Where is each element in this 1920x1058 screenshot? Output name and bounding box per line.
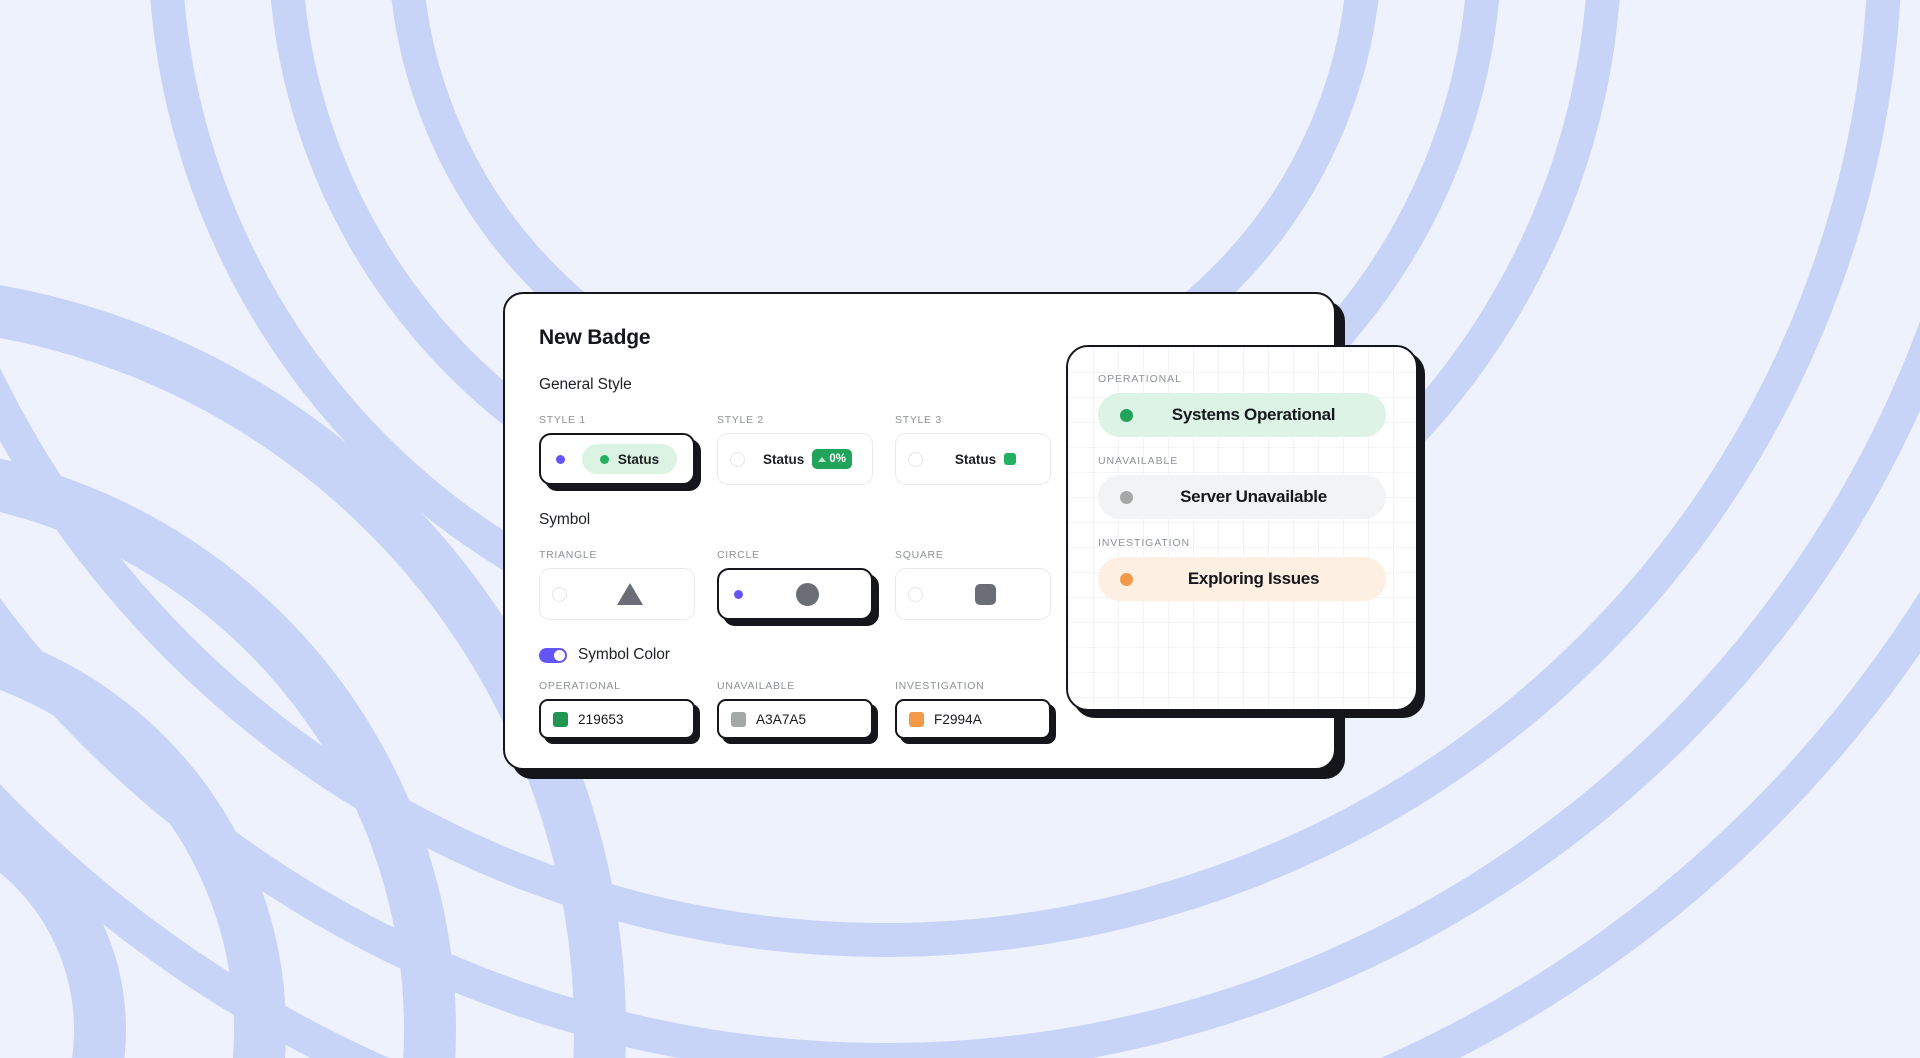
general-style-option-2: STYLE 2 Status 0% xyxy=(717,414,873,485)
preview-badge-operational[interactable]: Systems Operational xyxy=(1098,393,1386,437)
color-unavailable-label: UNAVAILABLE xyxy=(717,680,795,692)
style-3-square-icon xyxy=(1004,453,1017,465)
color-swatch-unavailable[interactable] xyxy=(731,711,746,727)
style-1-radio[interactable] xyxy=(553,451,568,467)
style-3-option-box[interactable]: Status xyxy=(895,433,1051,485)
preview-group-unavailable: UNAVAILABLE Server Unavailable xyxy=(1098,455,1386,519)
color-operational-input[interactable]: 219653 xyxy=(539,699,695,739)
symbol-option-triangle: TRIANGLE xyxy=(539,549,695,620)
style-1-label: STYLE 1 xyxy=(539,414,586,426)
caret-up-icon xyxy=(818,456,827,462)
color-operational-label: OPERATIONAL xyxy=(539,680,621,692)
preview-badge-unavailable[interactable]: Server Unavailable xyxy=(1098,475,1386,519)
symbol-circle-label: CIRCLE xyxy=(717,549,760,561)
color-field-unavailable: UNAVAILABLE A3A7A5 xyxy=(717,680,873,739)
color-swatch-operational[interactable] xyxy=(553,711,568,727)
preview-group-investigation: INVESTIGATION Exploring Issues xyxy=(1098,537,1386,601)
preview-dot-unavailable xyxy=(1120,490,1133,504)
color-field-operational: OPERATIONAL 219653 xyxy=(539,680,695,739)
symbol-color-toggle[interactable] xyxy=(539,647,567,663)
square-icon xyxy=(975,583,996,605)
symbol-triangle-box[interactable] xyxy=(539,568,695,620)
preview-dot-operational xyxy=(1120,408,1133,422)
style-1-preview: Status xyxy=(578,444,681,474)
style-1-option-box[interactable]: Status xyxy=(539,433,695,485)
style-1-status-pill: Status xyxy=(581,444,678,474)
symbol-square-radio[interactable] xyxy=(908,586,923,602)
color-operational-value: 219653 xyxy=(578,711,624,727)
color-investigation-value: F2994A xyxy=(934,711,982,727)
color-unavailable-input[interactable]: A3A7A5 xyxy=(717,699,873,739)
preview-operational-label: OPERATIONAL xyxy=(1098,373,1182,385)
preview-group-operational: OPERATIONAL Systems Operational xyxy=(1098,373,1386,437)
circle-icon xyxy=(796,582,819,606)
preview-badge-investigation[interactable]: Exploring Issues xyxy=(1098,557,1386,601)
style-2-label: STYLE 2 xyxy=(717,414,764,426)
toggle-knob xyxy=(554,649,565,661)
general-style-option-3: STYLE 3 Status xyxy=(895,414,1051,485)
general-style-option-1: STYLE 1 Status xyxy=(539,414,695,485)
preview-text-unavailable: Server Unavailable xyxy=(1180,487,1327,506)
badge-preview-panel: OPERATIONAL Systems Operational UNAVAILA… xyxy=(1066,345,1418,711)
style-3-label: STYLE 3 xyxy=(895,414,942,426)
color-swatch-investigation[interactable] xyxy=(909,711,924,727)
color-investigation-label: INVESTIGATION xyxy=(895,680,985,692)
preview-text-operational: Systems Operational xyxy=(1171,405,1336,424)
symbol-option-circle: CIRCLE xyxy=(717,549,873,620)
style-2-percent-text: 0% xyxy=(829,453,846,465)
symbol-circle-radio[interactable] xyxy=(731,586,746,602)
style-2-radio[interactable] xyxy=(730,451,745,467)
style-3-preview: Status xyxy=(933,452,1038,467)
preview-dot-investigation xyxy=(1120,572,1133,586)
style-2-status-text: Status xyxy=(763,451,805,467)
color-unavailable-value: A3A7A5 xyxy=(756,711,807,727)
style-3-radio[interactable] xyxy=(908,451,923,467)
symbol-square-label: SQUARE xyxy=(895,549,944,561)
triangle-icon xyxy=(616,583,643,605)
style-2-percent-pill: 0% xyxy=(812,449,852,469)
style-3-status-text: Status xyxy=(954,451,997,467)
symbol-triangle-radio[interactable] xyxy=(552,586,567,602)
style-1-status-dot xyxy=(599,454,609,464)
preview-text-investigation: Exploring Issues xyxy=(1187,569,1320,588)
style-2-preview: Status 0% xyxy=(755,449,860,469)
style-1-status-text: Status xyxy=(617,451,660,467)
preview-investigation-label: INVESTIGATION xyxy=(1098,537,1191,549)
symbol-square-box[interactable] xyxy=(895,568,1051,620)
symbol-color-toggle-label: Symbol Color xyxy=(578,646,670,663)
style-2-option-box[interactable]: Status 0% xyxy=(717,433,873,485)
symbol-circle-box[interactable] xyxy=(717,568,873,620)
color-field-investigation: INVESTIGATION F2994A xyxy=(895,680,1051,739)
color-investigation-input[interactable]: F2994A xyxy=(895,699,1051,739)
symbol-triangle-label: TRIANGLE xyxy=(539,549,598,561)
preview-unavailable-label: UNAVAILABLE xyxy=(1098,455,1179,467)
symbol-option-square: SQUARE xyxy=(895,549,1051,620)
